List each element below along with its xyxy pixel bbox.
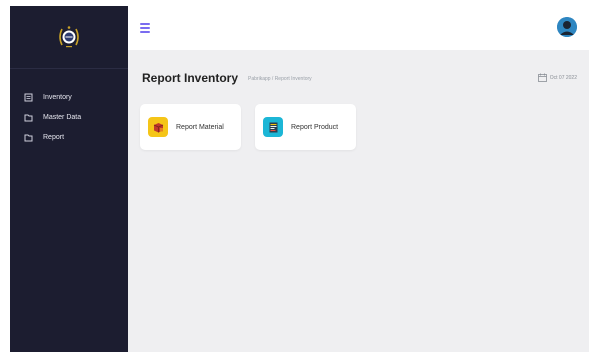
date-display: Oct 07 2022 [537, 73, 577, 82]
page-title: Report Inventory [142, 71, 239, 85]
card-label: Report Material [176, 123, 224, 131]
report-cards: Report Material Report Product [140, 104, 356, 150]
sidebar-item-label: Inventory [43, 93, 72, 101]
folder-icon [24, 113, 33, 122]
file-icon [24, 93, 33, 102]
sidebar-item-label: Report [43, 133, 65, 141]
hamburger-icon[interactable] [140, 23, 150, 33]
user-avatar-icon[interactable] [557, 17, 577, 37]
sidebar-item-inventory[interactable]: Inventory [10, 87, 128, 107]
sidebar-item-master-data[interactable]: Master Data [10, 107, 128, 127]
sidebar-item-label: Master Data [43, 113, 82, 121]
logo-icon [56, 24, 82, 50]
product-document-icon [263, 117, 283, 137]
date-text: Oct 07 2022 [549, 74, 577, 81]
sidebar-item-report[interactable]: Report [10, 127, 128, 147]
card-label: Report Product [291, 123, 339, 131]
logo-area [10, 6, 128, 69]
main-content: Report Inventory Pabrikapp / Report Inve… [128, 6, 589, 352]
app-frame: Inventory Master Data Report Report Inve… [10, 6, 589, 352]
report-product-card[interactable]: Report Product [255, 104, 356, 150]
calendar-icon [537, 73, 547, 82]
folder-icon [24, 133, 33, 142]
sidebar: Inventory Master Data Report [10, 6, 128, 352]
sidebar-nav: Inventory Master Data Report [10, 69, 128, 147]
breadcrumb: Pabrikapp / Report Inventory [248, 76, 312, 82]
report-material-card[interactable]: Report Material [140, 104, 241, 150]
topbar [128, 6, 589, 50]
page-header: Report Inventory Pabrikapp / Report Inve… [142, 70, 577, 86]
material-box-icon [148, 117, 168, 137]
